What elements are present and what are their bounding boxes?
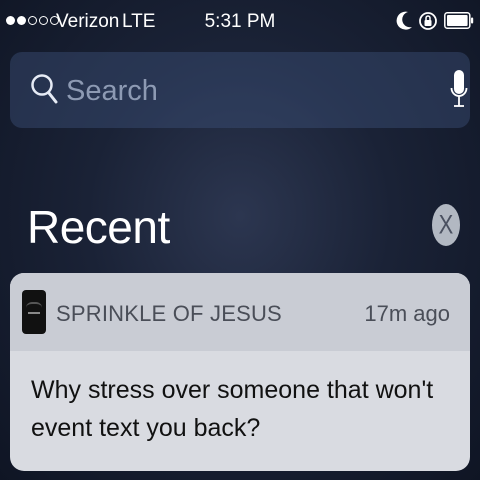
microphone-icon[interactable] <box>450 68 468 112</box>
notification-message: Why stress over someone that won't event… <box>31 376 434 442</box>
app-icon <box>22 290 46 334</box>
search-icon <box>31 74 58 104</box>
close-icon: X <box>438 209 454 240</box>
notification-time: 17m ago <box>364 301 450 326</box>
notification-header: SPRINKLE OF JESUS 17m ago <box>10 273 470 351</box>
battery-icon <box>444 12 474 29</box>
search-input[interactable]: Search <box>66 75 158 108</box>
notification-app-name: SPRINKLE OF JESUS <box>56 301 282 326</box>
moon-icon <box>396 11 412 30</box>
search-bar[interactable]: Search <box>10 52 470 128</box>
recent-heading: Recent <box>27 201 170 253</box>
rotation-lock-icon <box>419 12 437 30</box>
notification-card[interactable]: SPRINKLE OF JESUS 17m ago Why stress ove… <box>10 273 470 471</box>
clear-recent-button[interactable]: X <box>432 204 460 246</box>
status-bar: Verizon LTE 5:31 PM <box>0 0 480 44</box>
